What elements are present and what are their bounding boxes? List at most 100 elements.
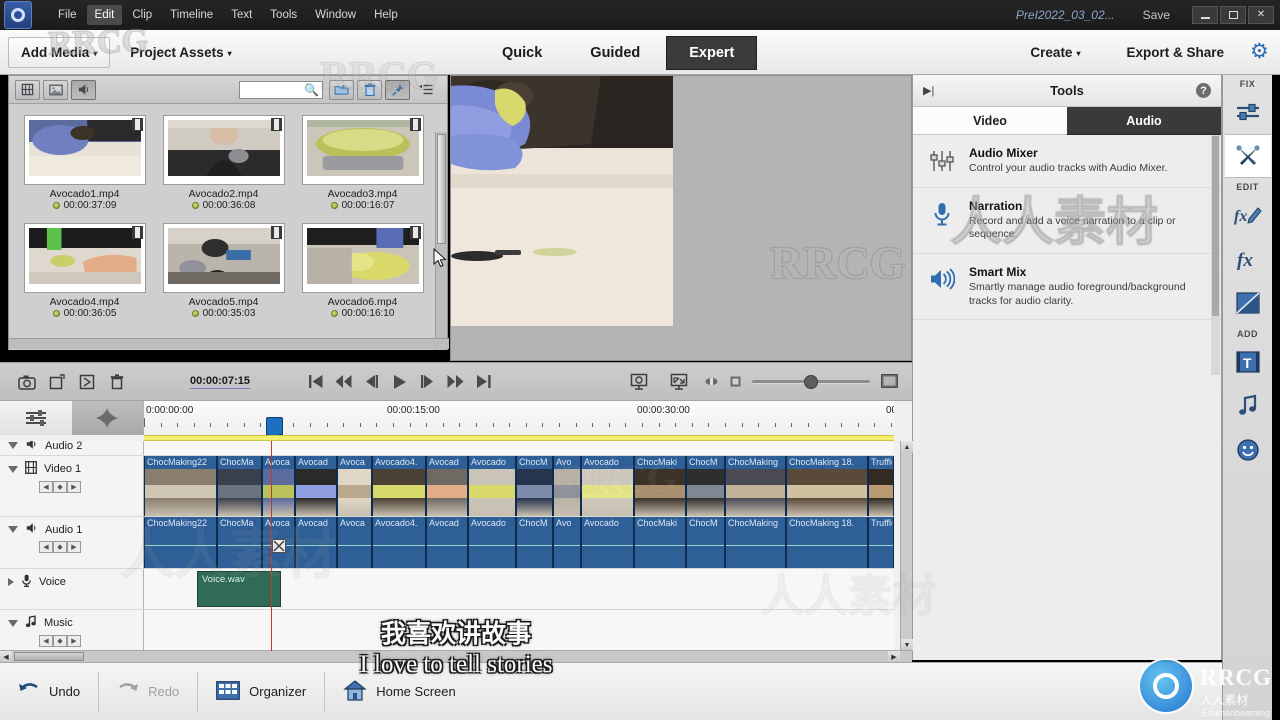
tab-quick[interactable]: Quick [480,37,564,69]
track-body-audio-1[interactable]: ChocMaking22 ChocMa Avoca Avocad Avoca Avocad… [144,517,894,568]
scroll-up-arrow[interactable]: ▲ [901,441,913,453]
tool-item-smart-mix[interactable]: Smart Mix Smartly manage audio foregroun… [913,254,1221,321]
menu-help[interactable]: Help [366,5,406,25]
tab-expert[interactable]: Expert [666,35,758,70]
minimize-button[interactable] [1192,6,1218,24]
fast-rewind-icon[interactable] [334,373,354,391]
marker-icon[interactable] [704,369,718,395]
timeline-clip[interactable]: ChocMaking22 [144,456,217,516]
tool-item-audio-mixer[interactable]: Audio Mixer Control your audio tracks wi… [913,135,1221,188]
media-asset-item[interactable]: Avocado3.mp4 00:00:16:07 [293,112,432,220]
media-horizontal-scrollbar[interactable] [9,338,449,349]
timeline-clip[interactable]: ChocMaki [634,456,686,516]
speaker-icon[interactable] [71,79,96,100]
mixer-button[interactable] [0,401,72,435]
menu-timeline[interactable]: Timeline [162,5,221,25]
timeline-clip[interactable]: ChocMaki [634,517,686,568]
fit-to-screen-icon[interactable] [664,369,694,395]
media-asset-item[interactable]: Avocado4.mp4 00:00:36:05 [15,220,154,328]
timeline-clip[interactable]: Avocado [581,456,634,516]
double-arrow-right-icon[interactable]: ▶| [923,84,934,97]
export-share-button[interactable]: Export & Share [1114,38,1236,67]
track-body-audio-2[interactable] [144,441,894,455]
menu-edit[interactable]: Edit [86,5,123,25]
track-header-audio-2[interactable]: Audio 2 [0,441,144,455]
monitor-icon[interactable] [880,369,898,395]
track-prev-button[interactable]: ◀ [39,481,53,493]
timeline-clip[interactable]: Avoca [337,456,372,516]
timeline-clip[interactable]: Avoca [337,517,372,568]
tab-video[interactable]: Video [913,107,1067,135]
help-icon[interactable]: ? [1196,83,1211,98]
undo-button[interactable]: Undo [0,672,98,712]
filmstrip-icon[interactable] [15,79,40,100]
timeline-vertical-scrollbar[interactable]: ▲ ▼ [900,441,913,651]
track-body-video-1[interactable]: ChocMaking22 ChocMa Avoca Avocad Avoca Avocad… [144,456,894,516]
zoom-slider-handle[interactable] [804,374,818,389]
timeline-clip[interactable]: Avocado [581,517,634,568]
timeline-clip[interactable]: ChocM [686,517,725,568]
timeline-clip[interactable]: ChocMa [217,517,262,568]
zoom-slider[interactable] [752,374,870,389]
playhead-handle[interactable] [266,417,283,435]
media-asset-item[interactable]: Avocado5.mp4 00:00:35:03 [154,220,293,328]
timeline-clip[interactable]: Avocado4. [372,456,426,516]
timeline-clip-voice[interactable]: Voice.wav [197,571,281,607]
tab-audio[interactable]: Audio [1067,107,1221,135]
smart-trim-icon[interactable] [72,369,102,395]
redo-button[interactable]: Redo [98,671,197,712]
timeline-ruler[interactable]: 0:00:00:00 00:00:15:00 00:00:30:00 00 [144,401,894,435]
tab-guided[interactable]: Guided [568,37,662,69]
timeline-clip[interactable]: Avocad [295,517,337,568]
media-asset-item[interactable]: Avocado6.mp4 00:00:16:10 [293,220,432,328]
scroll-left-arrow[interactable]: ◀ [0,651,12,662]
tool-item-narration[interactable]: Narration Record and add a voice narrati… [913,188,1221,254]
timeline-clip[interactable]: ChocMaking22 [144,517,217,568]
adjustments-icon[interactable] [1225,90,1271,134]
timeline-clip[interactable]: ChocMa [217,456,262,516]
timeline-clip[interactable]: ChocMaking 18. [786,517,868,568]
step-forward-icon[interactable] [418,373,438,391]
timeline-clip[interactable]: Avo [553,517,581,568]
timeline-clip[interactable]: ChocMaking 18. [786,456,868,516]
expand-triangle-icon[interactable] [8,619,18,627]
timeline-clip[interactable]: ChocMaking [725,517,786,568]
track-header-music[interactable]: Music ◀ ◆ ▶ [0,610,144,651]
delete-icon[interactable] [102,369,132,395]
track-next-button[interactable]: ▶ [67,541,81,553]
track-keyframe-button[interactable]: ◆ [53,635,67,647]
play-icon[interactable] [390,373,410,391]
keyframe-button[interactable] [71,401,143,435]
track-next-button[interactable]: ▶ [67,481,81,493]
new-folder-icon[interactable] [329,79,354,100]
media-vertical-scrollbar[interactable] [435,132,447,350]
media-asset-item[interactable]: Avocado2.mp4 00:00:36:08 [154,112,293,220]
menu-tools[interactable]: Tools [262,5,305,25]
split-clip-icon[interactable] [42,369,72,395]
step-back-icon[interactable] [362,373,382,391]
transitions-icon[interactable] [1225,281,1271,325]
timeline-clip[interactable]: ChocM [516,517,553,568]
trash-icon[interactable] [357,79,382,100]
timeline-clip[interactable]: Avocad [426,456,468,516]
track-header-audio-1[interactable]: Audio 1 ◀ ◆ ▶ [0,517,144,568]
timeline-clip[interactable]: Avocad [426,517,468,568]
expand-triangle-icon[interactable] [8,442,18,449]
timeline-clip[interactable]: ChocM [686,456,725,516]
timeline-clip[interactable]: Truffle [868,517,894,568]
fx-icon[interactable]: fx [1225,237,1271,281]
expand-triangle-icon[interactable] [8,526,18,533]
go-to-start-icon[interactable] [306,373,326,391]
track-body-voice[interactable]: Voice.wav [144,569,894,609]
timeline-horizontal-scrollbar[interactable]: ◀ ▶ [0,650,912,662]
maximize-button[interactable] [1220,6,1246,24]
smiley-icon[interactable] [1225,428,1271,472]
menu-text[interactable]: Text [223,5,260,25]
gear-icon[interactable] [1250,42,1270,62]
expand-triangle-icon[interactable] [8,578,14,586]
timeline-clip[interactable]: ChocMaking [725,456,786,516]
track-header-voice[interactable]: Voice [0,569,144,609]
menu-file[interactable]: File [50,5,85,25]
track-prev-button[interactable]: ◀ [39,635,53,647]
current-timecode[interactable]: 00:00:07:15 [190,375,250,389]
